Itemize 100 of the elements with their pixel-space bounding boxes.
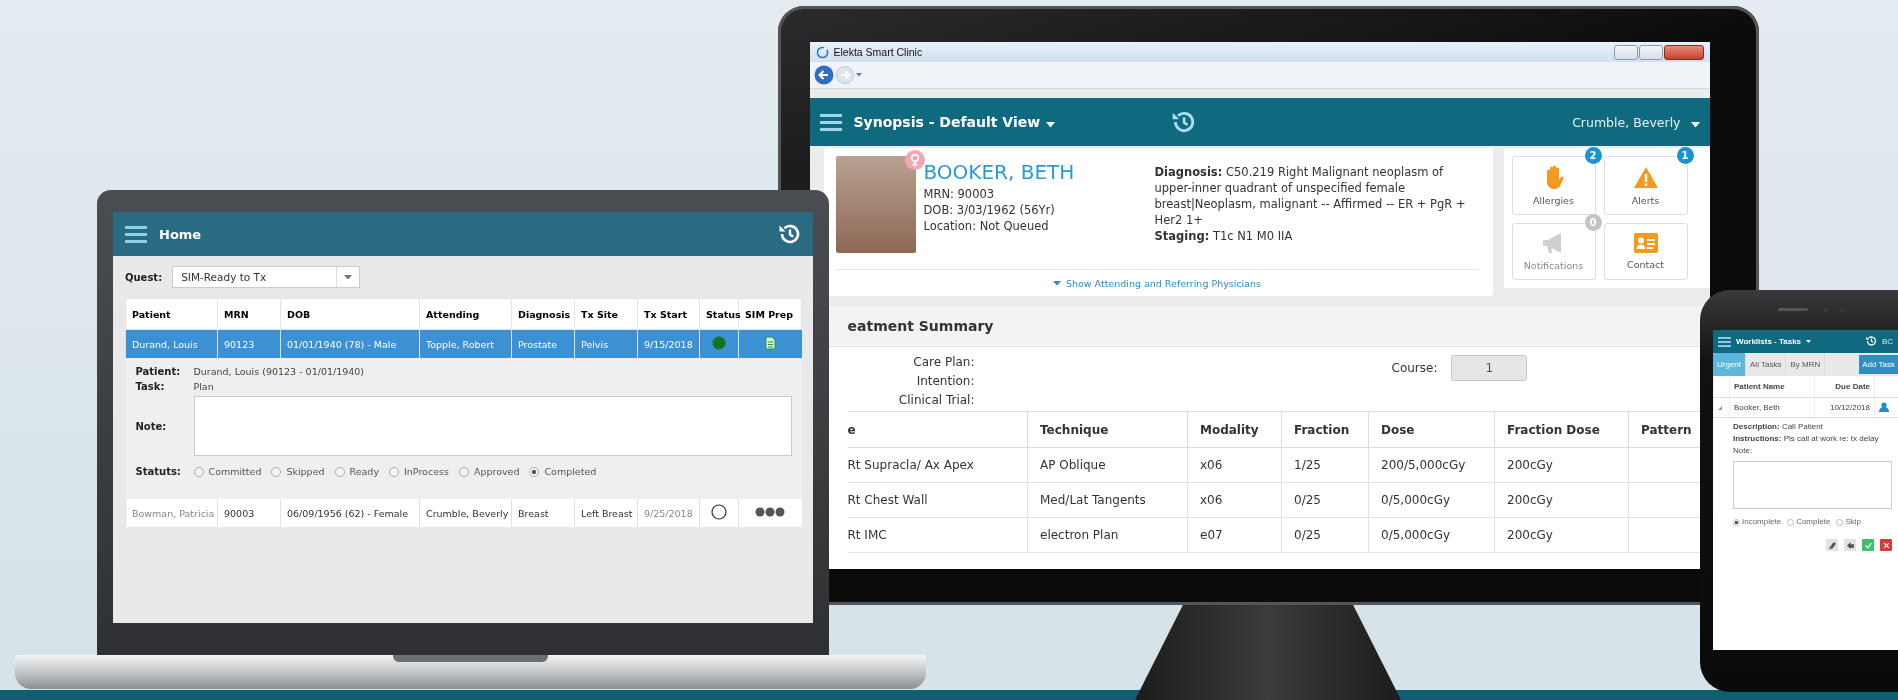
- column-header[interactable]: e: [847, 422, 856, 437]
- table-cell: 01/01/1940 (78) - Male: [287, 338, 397, 350]
- column-header[interactable]: Patient: [132, 308, 171, 320]
- phone-sensors-drawing: [1778, 306, 1848, 314]
- radio-button[interactable]: [193, 466, 204, 477]
- radio-button[interactable]: [271, 466, 282, 477]
- table-cell: Rt IMC: [847, 528, 887, 542]
- menu-icon[interactable]: [125, 225, 147, 243]
- tab[interactable]: By MRN: [1786, 353, 1826, 376]
- table-cell: 9/25/2018: [644, 507, 693, 519]
- note-field[interactable]: [1733, 461, 1892, 509]
- table-cell: 06/09/1956 (62) - Female: [287, 507, 409, 519]
- section-title: eatment Summary: [847, 318, 994, 334]
- table-cell: Booker, Beth: [1734, 403, 1780, 412]
- table-cell: 200cGy: [1507, 528, 1553, 542]
- pencil-icon: [1828, 541, 1836, 549]
- progress-dots-icon: [755, 507, 786, 517]
- warning-icon: [1632, 165, 1659, 189]
- minimize-button[interactable]: [1613, 44, 1638, 60]
- field-label: Quest:: [125, 271, 163, 283]
- staging-text: Staging: T1c N1 M0 IIA: [1154, 228, 1294, 244]
- tile-button[interactable]: Contact: [1603, 223, 1688, 280]
- history-icon[interactable]: [1864, 334, 1877, 347]
- note-field[interactable]: [193, 396, 792, 456]
- edit-button[interactable]: [1826, 539, 1838, 551]
- field-value: Plan: [193, 381, 214, 392]
- close-button[interactable]: [1663, 44, 1704, 60]
- field-label: Statuts:: [135, 466, 182, 477]
- table-cell: Pelvis: [581, 338, 609, 350]
- table-cell: 0/5,000cGy: [1381, 493, 1451, 507]
- table-row[interactable]: Bowman, Patricia 90003 06/09/1956 (62) - Female Crumble, Beverly Breast Left Breast 9/25/2018: [125, 499, 802, 527]
- reply-icon: [1846, 541, 1854, 549]
- column-header[interactable]: MRN: [224, 308, 249, 320]
- radio-button[interactable]: [1787, 518, 1795, 526]
- table-cell: 9/15/2018: [644, 338, 693, 350]
- field-value: Durand, Louis (90123 - 01/01/1940): [193, 366, 365, 377]
- table-cell: Rt Supracla/ Ax Apex: [847, 458, 974, 472]
- header-title: Home: [159, 226, 202, 242]
- diagnosis-text: Diagnosis: C50.219 Right Malignant neoplasm of upper-inner quadrant of unspecified female breast|Neoplasm, malignant -- Affirmed -- ER + PgR + Her2 1+: [1154, 164, 1467, 228]
- menu-icon[interactable]: [819, 113, 842, 131]
- radio-button[interactable]: [458, 466, 469, 477]
- view-title[interactable]: Synopsis - Default View: [853, 114, 1041, 130]
- course-field[interactable]: 1: [1451, 355, 1528, 381]
- contact-card-icon: [1633, 233, 1658, 253]
- back-button[interactable]: [813, 65, 834, 85]
- radio-label: Skipped: [286, 466, 325, 477]
- task-description: Description: Call Patient: [1733, 422, 1824, 432]
- header-title[interactable]: Worklists - Tasks: [1736, 337, 1802, 346]
- user-initials[interactable]: BC: [1881, 337, 1893, 346]
- table-cell: x06: [1200, 458, 1223, 472]
- field-label: Note:: [1733, 446, 1754, 456]
- table-cell: x06: [1200, 493, 1223, 507]
- radio-button[interactable]: [389, 466, 400, 477]
- table-cell: 90003: [224, 507, 255, 519]
- column-header[interactable]: Patient Name: [1734, 382, 1785, 391]
- patient-detail: DOB: 3/03/1962 (56Yr): [923, 202, 1056, 218]
- confirm-button[interactable]: [1862, 539, 1874, 551]
- history-icon[interactable]: [777, 222, 801, 246]
- radio-button[interactable]: [529, 466, 540, 477]
- radio-label: InProcess: [404, 466, 449, 477]
- table-cell: Topple, Robert: [426, 338, 495, 350]
- radio-label: Complete: [1796, 517, 1831, 527]
- cancel-button[interactable]: [1880, 539, 1892, 551]
- maximize-button[interactable]: [1638, 44, 1663, 60]
- table-cell: 0/5,000cGy: [1381, 528, 1451, 542]
- tab[interactable]: All Tasks: [1746, 353, 1787, 376]
- table-cell: 200cGy: [1507, 493, 1553, 507]
- radio-button[interactable]: [334, 466, 345, 477]
- count-badge: 1: [1676, 147, 1694, 164]
- caret-icon: [344, 274, 353, 280]
- table-cell: 200cGy: [1507, 458, 1553, 472]
- table-cell: 200/5,000cGy: [1381, 458, 1466, 472]
- add-task-button[interactable]: Add Task: [1859, 355, 1898, 374]
- table-cell: Med/Lat Tangents: [1040, 493, 1146, 507]
- radio-label: Incomplete: [1742, 517, 1782, 527]
- person-icon[interactable]: [1879, 401, 1889, 412]
- radio-label: Approved: [473, 466, 520, 477]
- document-icon[interactable]: [764, 336, 776, 350]
- column-header[interactable]: DOB: [287, 308, 311, 320]
- caret-icon: [1806, 340, 1812, 343]
- expand-icon[interactable]: [1718, 406, 1722, 410]
- table-cell: Breast: [518, 507, 549, 519]
- table-cell: Bowman, Patricia: [132, 507, 215, 519]
- column-header[interactable]: Technique: [1040, 422, 1109, 437]
- table-cell: electron Plan: [1040, 528, 1119, 542]
- reply-button[interactable]: [1844, 539, 1856, 551]
- column-header[interactable]: Due Date: [1835, 382, 1870, 391]
- chevron-icon: [1052, 280, 1061, 286]
- patient-name: BOOKER, BETH: [923, 160, 1075, 184]
- radio-button[interactable]: [1733, 518, 1740, 526]
- status-circle: [711, 504, 727, 520]
- column-header[interactable]: Dose: [1381, 422, 1415, 437]
- physicians-link[interactable]: Show Attending and Referring Physicians: [1052, 277, 1262, 289]
- menu-icon[interactable]: [1718, 336, 1731, 347]
- quest-dropdown[interactable]: SIM-Ready to Tx: [172, 266, 361, 288]
- table-cell: 90123: [224, 338, 255, 350]
- radio-button[interactable]: [1836, 518, 1844, 526]
- radio-label: Skip: [1845, 517, 1861, 527]
- user-menu[interactable]: Crumble, Beverly: [1572, 114, 1681, 130]
- table-cell: 0/25: [1294, 493, 1321, 507]
